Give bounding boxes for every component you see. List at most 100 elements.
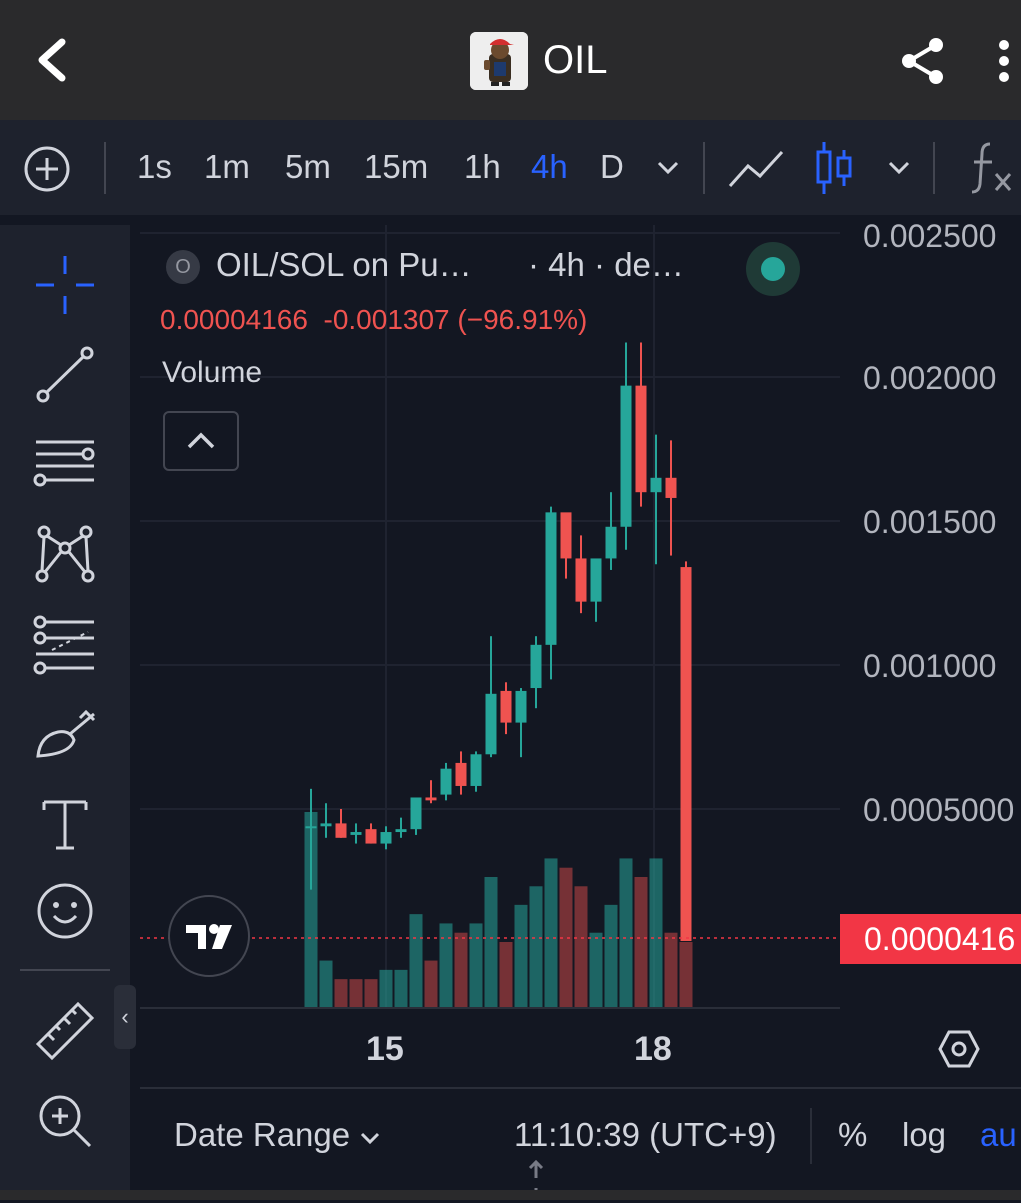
candle-body [395, 829, 407, 833]
timezone-clock[interactable]: 11:10:39 (UTC+9) [514, 1116, 777, 1154]
percent-scale-button[interactable]: % [838, 1116, 867, 1154]
candle-body [380, 832, 392, 844]
candle-body [500, 690, 512, 723]
candle [545, 506, 557, 680]
volume-bar [499, 942, 513, 1007]
market-status-indicator [746, 242, 800, 296]
horizontal-lines-icon[interactable] [30, 430, 100, 500]
collapse-legend-button[interactable] [163, 411, 239, 471]
y-axis-label: 0.001000 [863, 648, 997, 684]
date-range-button[interactable]: Date Range [174, 1116, 381, 1154]
candle-body [590, 558, 602, 602]
auto-scale-button[interactable]: au [980, 1116, 1017, 1154]
candle-body [350, 832, 362, 835]
volume-bar [379, 969, 393, 1007]
chevron-down-icon[interactable] [886, 158, 912, 178]
share-icon[interactable] [896, 34, 950, 88]
crosshair-icon[interactable] [30, 250, 100, 320]
volume-bar [544, 858, 558, 1007]
page-title: OIL [543, 38, 608, 82]
add-icon[interactable] [22, 144, 72, 194]
volume-bar [589, 932, 603, 1007]
interval-1s[interactable]: 1s [137, 148, 172, 186]
interval-15m[interactable]: 15m [364, 148, 428, 186]
candle-body [680, 567, 692, 942]
price-change-percent: (−96.91%) [457, 304, 588, 335]
y-axis-label: 0.0005000 [863, 792, 1015, 828]
candle [395, 817, 407, 838]
candle-body [530, 644, 542, 689]
volume-bar [334, 979, 348, 1007]
indicators-fx-icon[interactable] [968, 140, 1018, 196]
candle [515, 688, 527, 758]
candle-body [305, 826, 317, 829]
divider [104, 142, 106, 194]
candle-body [605, 526, 617, 559]
volume-bar [649, 858, 663, 1007]
candle-body [320, 823, 332, 827]
candle-body [335, 823, 347, 838]
line-chart-icon[interactable] [726, 144, 786, 192]
candle [635, 342, 647, 507]
price-change: -0.001307 [323, 304, 450, 335]
volume-bar [484, 877, 498, 1007]
trend-line-icon[interactable] [30, 340, 100, 410]
volume-legend-label: Volume [162, 356, 263, 389]
candle-body [365, 829, 377, 844]
volume-bar [634, 877, 648, 1007]
candle-body [470, 754, 482, 786]
more-vertical-icon[interactable] [990, 36, 1018, 86]
interval-4h[interactable]: 4h [531, 148, 568, 186]
volume-bar [604, 904, 618, 1007]
fib-icon[interactable] [30, 610, 100, 680]
settings-hexagon-icon[interactable] [938, 1028, 980, 1070]
bottom-edge [0, 1190, 1021, 1200]
candle [365, 823, 377, 844]
log-scale-button[interactable]: log [902, 1116, 946, 1154]
pattern-icon[interactable] [30, 520, 100, 590]
chevron-down-icon[interactable] [655, 158, 681, 178]
candle [530, 636, 542, 709]
volume-bar [319, 960, 333, 1007]
candle [605, 492, 617, 570]
collapse-panel-handle[interactable]: ‹ [114, 985, 136, 1049]
zoom-in-icon[interactable] [30, 1086, 100, 1156]
candle [485, 636, 497, 758]
interval-1h[interactable]: 1h [464, 148, 501, 186]
y-axis-label: 0.002500 [863, 218, 997, 254]
volume-bar [679, 942, 693, 1007]
volume-bar [619, 858, 633, 1007]
candle-body [425, 797, 437, 801]
candle-body [545, 512, 557, 645]
symbol-title[interactable]: OIL/SOL on Pu… [216, 246, 472, 284]
interval-5m[interactable]: 5m [285, 148, 331, 186]
interval-1m[interactable]: 1m [204, 148, 250, 186]
candle-body [485, 693, 497, 755]
candle-body [575, 558, 587, 602]
candle-body [440, 768, 452, 795]
candlestick-icon[interactable] [812, 140, 856, 196]
candle-body [620, 385, 632, 527]
current-price: 0.00004166 [160, 304, 308, 335]
volume-bar [409, 914, 423, 1007]
candle [590, 558, 602, 622]
volume-bar [574, 886, 588, 1007]
brush-icon[interactable] [30, 700, 100, 770]
ruler-icon[interactable] [30, 996, 100, 1066]
emoji-icon[interactable] [30, 876, 100, 946]
volume-bar [439, 923, 453, 1007]
token-logo [470, 32, 528, 90]
candle-body [650, 477, 662, 493]
text-icon[interactable] [30, 790, 100, 860]
candle-body [455, 762, 467, 786]
candle [455, 751, 467, 795]
interval-d[interactable]: D [600, 148, 624, 186]
volume-bar [394, 969, 408, 1007]
candle [560, 512, 572, 579]
tradingview-logo-icon[interactable] [168, 895, 250, 977]
date-range-label: Date Range [174, 1116, 351, 1153]
volume-bar [469, 923, 483, 1007]
back-arrow-icon[interactable] [28, 34, 80, 86]
y-axis-label: 0.001500 [863, 504, 997, 540]
candle-body [515, 690, 527, 723]
